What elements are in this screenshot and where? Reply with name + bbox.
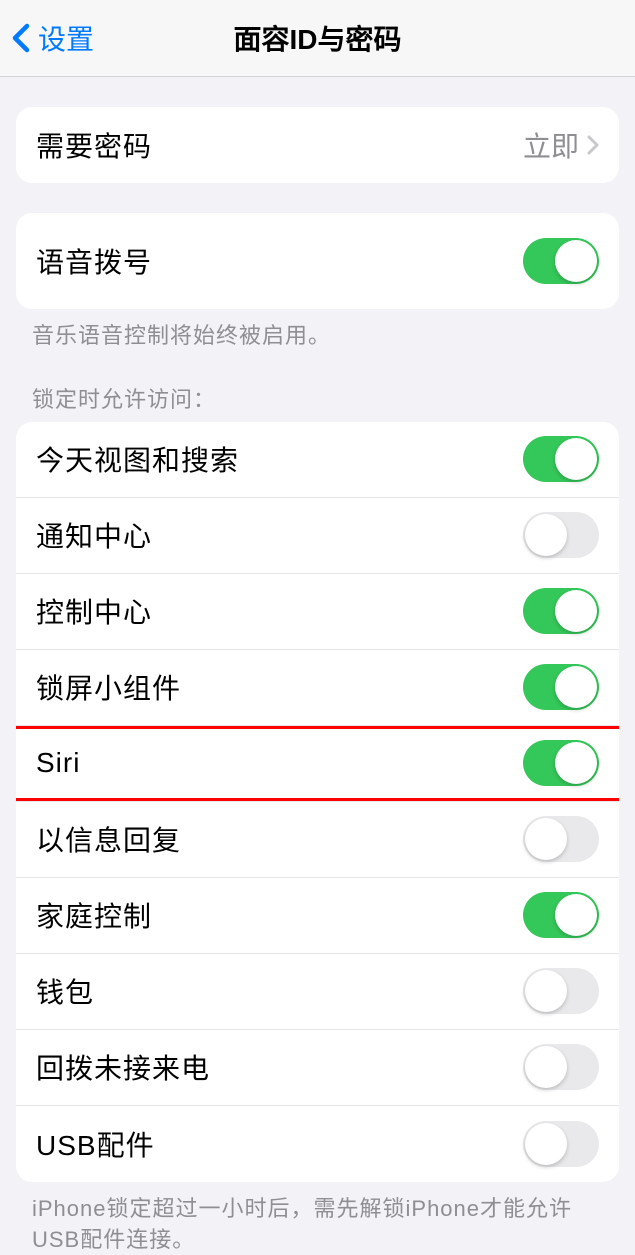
- require-passcode-detail: 立即: [523, 125, 599, 165]
- navigation-bar: 设置 面容ID与密码: [0, 0, 635, 77]
- lock-access-row: 家庭控制: [16, 878, 619, 954]
- lock-access-row: 控制中心: [16, 574, 619, 650]
- lock-access-toggle[interactable]: [523, 1121, 599, 1167]
- lock-access-label: 钱包: [36, 971, 94, 1011]
- lock-access-label: Siri: [36, 747, 80, 779]
- voice-dial-toggle[interactable]: [523, 238, 599, 284]
- lock-access-row: USB配件: [16, 1106, 619, 1182]
- lock-access-toggle[interactable]: [523, 968, 599, 1014]
- lock-access-toggle[interactable]: [523, 512, 599, 558]
- chevron-left-icon: [12, 23, 30, 53]
- group-voice-dial: 语音拨号: [16, 213, 619, 309]
- lock-access-row: 锁屏小组件: [16, 650, 619, 726]
- lock-access-label: 家庭控制: [36, 895, 152, 935]
- voice-dial-label: 语音拨号: [36, 241, 152, 281]
- group-lock-access: 今天视图和搜索通知中心控制中心锁屏小组件 Siri 以信息回复家庭控制钱包回拨未接来…: [16, 422, 619, 1182]
- lock-access-label: 回拨未接来电: [36, 1047, 210, 1087]
- lock-access-toggle[interactable]: [523, 436, 599, 482]
- lock-access-toggle[interactable]: [523, 892, 599, 938]
- lock-access-row: Siri: [16, 726, 619, 802]
- lock-access-toggle[interactable]: [523, 816, 599, 862]
- lock-access-footer: iPhone锁定超过一小时后，需先解锁iPhone才能允许USB配件连接。: [0, 1182, 635, 1255]
- lock-access-toggle[interactable]: [523, 1044, 599, 1090]
- chevron-right-icon: [587, 135, 599, 155]
- lock-access-row: 钱包: [16, 954, 619, 1030]
- back-button[interactable]: 设置: [0, 18, 94, 58]
- lock-access-label: 通知中心: [36, 515, 152, 555]
- lock-access-label: 今天视图和搜索: [36, 439, 239, 479]
- lock-access-row: 回拨未接来电: [16, 1030, 619, 1106]
- lock-access-label: 以信息回复: [36, 819, 181, 859]
- lock-access-label: 锁屏小组件: [36, 667, 181, 707]
- lock-access-label: 控制中心: [36, 591, 152, 631]
- lock-access-header: 锁定时允许访问：: [0, 352, 635, 422]
- lock-access-row: 以信息回复: [16, 802, 619, 878]
- page-title: 面容ID与密码: [0, 18, 635, 58]
- lock-access-toggle[interactable]: [523, 588, 599, 634]
- voice-dial-row: 语音拨号: [16, 213, 619, 309]
- lock-access-row: 今天视图和搜索: [16, 422, 619, 498]
- lock-access-label: USB配件: [36, 1124, 155, 1164]
- lock-access-toggle[interactable]: [523, 740, 599, 786]
- require-passcode-label: 需要密码: [36, 125, 152, 165]
- require-passcode-row[interactable]: 需要密码 立即: [16, 107, 619, 183]
- voice-dial-footer: 音乐语音控制将始终被启用。: [0, 309, 635, 352]
- group-require-passcode: 需要密码 立即: [16, 107, 619, 183]
- back-label: 设置: [38, 18, 94, 58]
- lock-access-toggle[interactable]: [523, 664, 599, 710]
- require-passcode-value: 立即: [523, 125, 579, 165]
- lock-access-row: 通知中心: [16, 498, 619, 574]
